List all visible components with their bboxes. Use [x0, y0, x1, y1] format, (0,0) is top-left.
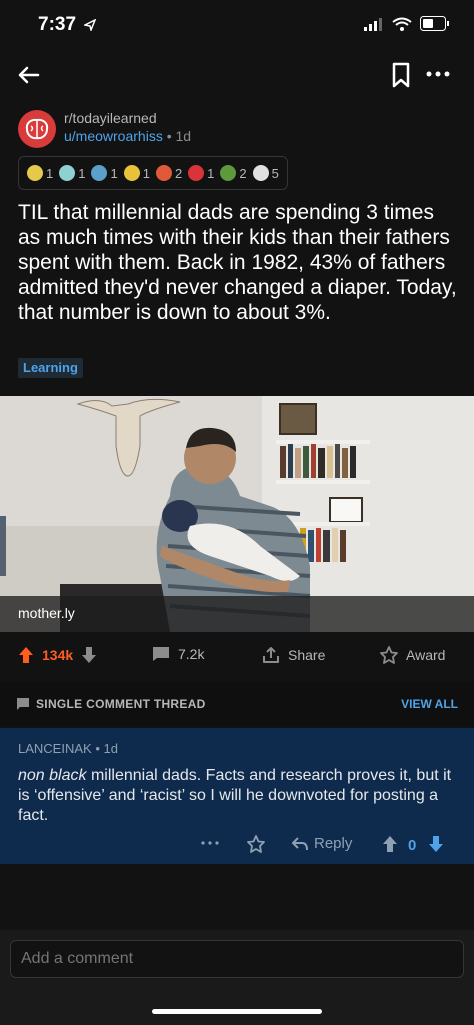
- comments-count: 7.2k: [178, 646, 205, 662]
- bookmark-icon[interactable]: [390, 62, 412, 88]
- comment-downvote-icon[interactable]: [428, 835, 444, 853]
- thread-label: SINGLE COMMENT THREAD: [36, 697, 206, 711]
- globe-award-icon: [91, 165, 108, 181]
- award-item: 1: [91, 165, 118, 181]
- diamond-award-icon: [59, 165, 76, 181]
- view-all-link[interactable]: VIEW ALL: [401, 697, 458, 711]
- comment-author[interactable]: LANCEINAK: [18, 741, 92, 756]
- comment-more-icon[interactable]: [200, 840, 220, 846]
- add-comment-input[interactable]: [10, 940, 464, 978]
- thread-comment-icon: [17, 698, 29, 710]
- post-author[interactable]: u/meowroarhiss: [64, 128, 163, 144]
- reply-button[interactable]: Reply: [292, 835, 352, 852]
- subreddit-avatar[interactable]: [18, 110, 56, 148]
- award-item: 2: [220, 165, 247, 181]
- single-comment-thread-bar: SINGLE COMMENT THREAD VIEW ALL: [0, 682, 474, 726]
- status-bar: 7:37: [0, 0, 474, 50]
- silver-award-icon: [252, 165, 269, 181]
- post-image[interactable]: mother.ly: [0, 396, 474, 632]
- home-indicator[interactable]: [152, 1009, 322, 1014]
- comment-age: 1d: [103, 741, 118, 756]
- wifi-icon: [392, 17, 412, 31]
- brain-icon: [25, 118, 49, 140]
- signal-icon: [364, 17, 382, 31]
- gold-hands-award-icon: [27, 165, 43, 181]
- share-icon: [263, 647, 279, 663]
- battery-icon: [420, 16, 449, 31]
- trophy-award-icon: [220, 165, 237, 181]
- award-button[interactable]: Award: [380, 646, 445, 664]
- award-label: Award: [406, 647, 446, 663]
- comment-body-italic: non black: [18, 767, 87, 784]
- award-count: 1: [110, 165, 118, 181]
- comment-award-icon[interactable]: [247, 835, 265, 853]
- award-count: 5: [271, 165, 279, 181]
- comment-body: non black millennial dads. Facts and res…: [18, 766, 458, 826]
- back-arrow-icon[interactable]: [14, 60, 44, 90]
- comment-upvote-icon[interactable]: [382, 835, 398, 853]
- comment-age-separator: •: [95, 741, 104, 756]
- share-button[interactable]: Share: [262, 646, 325, 664]
- location-icon: [84, 19, 96, 31]
- gift-award-icon: [188, 165, 205, 181]
- award-item: 1: [59, 165, 85, 181]
- award-count: 1: [207, 165, 215, 181]
- award-item: 1: [188, 165, 214, 181]
- comment-icon: [153, 647, 169, 661]
- star-award-icon: [123, 165, 140, 181]
- award-count: 2: [174, 165, 183, 181]
- post-header: r/todayilearned u/meowroarhiss • 1d: [18, 108, 458, 154]
- award-count: 2: [239, 165, 247, 181]
- post-score: 134k: [42, 647, 74, 663]
- highlighted-comment: LANCEINAK • 1d non black millennial dads…: [0, 728, 474, 864]
- status-time: 7:37: [38, 14, 77, 35]
- post-flair[interactable]: Learning: [18, 358, 83, 378]
- award-count: 1: [78, 165, 86, 181]
- post-age: 1d: [175, 128, 192, 144]
- link-domain[interactable]: mother.ly: [18, 605, 75, 621]
- nav-bar: [0, 50, 474, 100]
- 2020-glasses-award-icon: [155, 165, 172, 181]
- awards-bar[interactable]: 1 1 1 1 2 1 2 5: [18, 156, 288, 190]
- post-title: TIL that millennial dads are spending 3 …: [18, 201, 457, 324]
- comment-actions: Reply 0: [0, 832, 474, 860]
- link-overlay[interactable]: mother.ly: [0, 596, 474, 632]
- more-options-icon[interactable]: [424, 64, 452, 84]
- award-item: 1: [123, 165, 150, 181]
- post-age-separator: •: [166, 128, 176, 144]
- award-icon: [380, 646, 398, 664]
- award-item: 1: [27, 165, 53, 181]
- upvote-icon[interactable]: [18, 646, 34, 664]
- status-indicators: [364, 16, 450, 31]
- comment-meta: LANCEINAK • 1d: [18, 741, 118, 756]
- post-meta: u/meowroarhiss • 1d: [64, 128, 191, 144]
- share-label: Share: [288, 647, 326, 663]
- comment-score: 0: [408, 837, 417, 854]
- vote-group: 134k: [18, 646, 97, 664]
- comments-button[interactable]: 7.2k: [152, 646, 204, 662]
- subreddit-name[interactable]: r/todayilearned: [64, 110, 157, 126]
- post-action-bar: 134k 7.2k Share Award: [0, 634, 474, 678]
- downvote-icon[interactable]: [81, 646, 97, 664]
- reply-icon: [292, 836, 308, 850]
- award-count: 1: [142, 165, 150, 181]
- reply-label: Reply: [314, 835, 353, 852]
- award-item: 2: [155, 165, 183, 181]
- award-item: 5: [252, 165, 279, 181]
- award-count: 1: [46, 165, 54, 181]
